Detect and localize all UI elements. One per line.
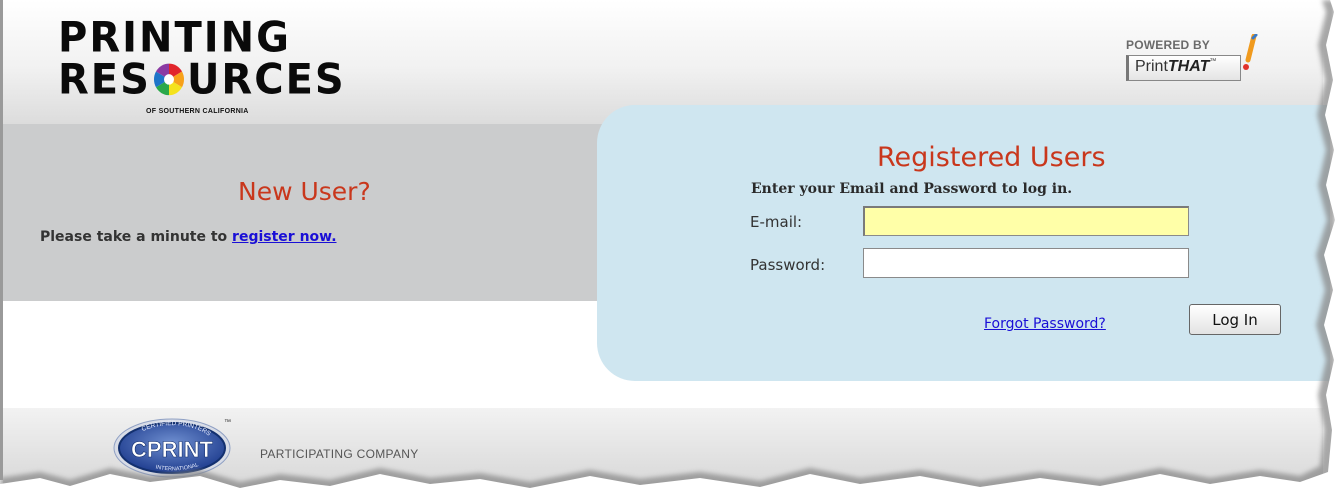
email-label: E-mail:: [750, 213, 803, 231]
logo-line-1: PRINTING: [58, 13, 291, 63]
cprint-logo-text: CPRINT: [131, 437, 213, 462]
registered-users-heading: Registered Users: [877, 142, 1106, 173]
printthat-regular: Print: [1135, 58, 1168, 75]
cprint-trademark: ™: [224, 419, 231, 426]
new-user-prompt-text: Please take a minute to: [40, 229, 233, 245]
password-field[interactable]: [863, 248, 1189, 278]
email-field[interactable]: [863, 206, 1189, 236]
new-user-prompt: Please take a minute to register now.: [40, 229, 337, 245]
cprint-logo: CERTIFIED PRINTERS CPRINT INTERNATIONAL …: [113, 418, 231, 478]
login-instructions: Enter your Email and Password to log in.: [751, 181, 1073, 197]
color-wheel-icon: [153, 63, 184, 96]
logo-text-right: URCES: [186, 55, 346, 105]
exclamation-brush-icon: [1243, 34, 1258, 70]
logo-subtitle: OF SOUTHERN CALIFORNIA: [146, 108, 249, 115]
login-page: PRINTING RES URCES OF SOUTHERN CALIFORNI…: [0, 0, 1335, 493]
powered-by-printthat[interactable]: POWERED BY PrintTHAT™: [1126, 34, 1276, 88]
logo-text-left: RES: [58, 55, 151, 105]
password-label: Password:: [750, 256, 826, 274]
forgot-password-link[interactable]: Forgot Password?: [984, 316, 1106, 332]
printthat-bold: THAT: [1167, 58, 1210, 75]
printthat-logo: PrintTHAT™: [1126, 55, 1242, 81]
printing-resources-logo: PRINTING RES URCES OF SOUTHERN CALIFORNI…: [58, 13, 344, 118]
new-user-section: [3, 124, 643, 301]
printthat-trademark: ™: [1209, 58, 1217, 65]
participating-company-label: PARTICIPATING COMPANY: [260, 447, 419, 461]
new-user-heading: New User?: [238, 177, 371, 206]
logo-line-2: RES URCES: [58, 59, 344, 101]
log-in-button[interactable]: Log In: [1189, 304, 1281, 335]
register-now-link[interactable]: register now.: [232, 229, 336, 245]
